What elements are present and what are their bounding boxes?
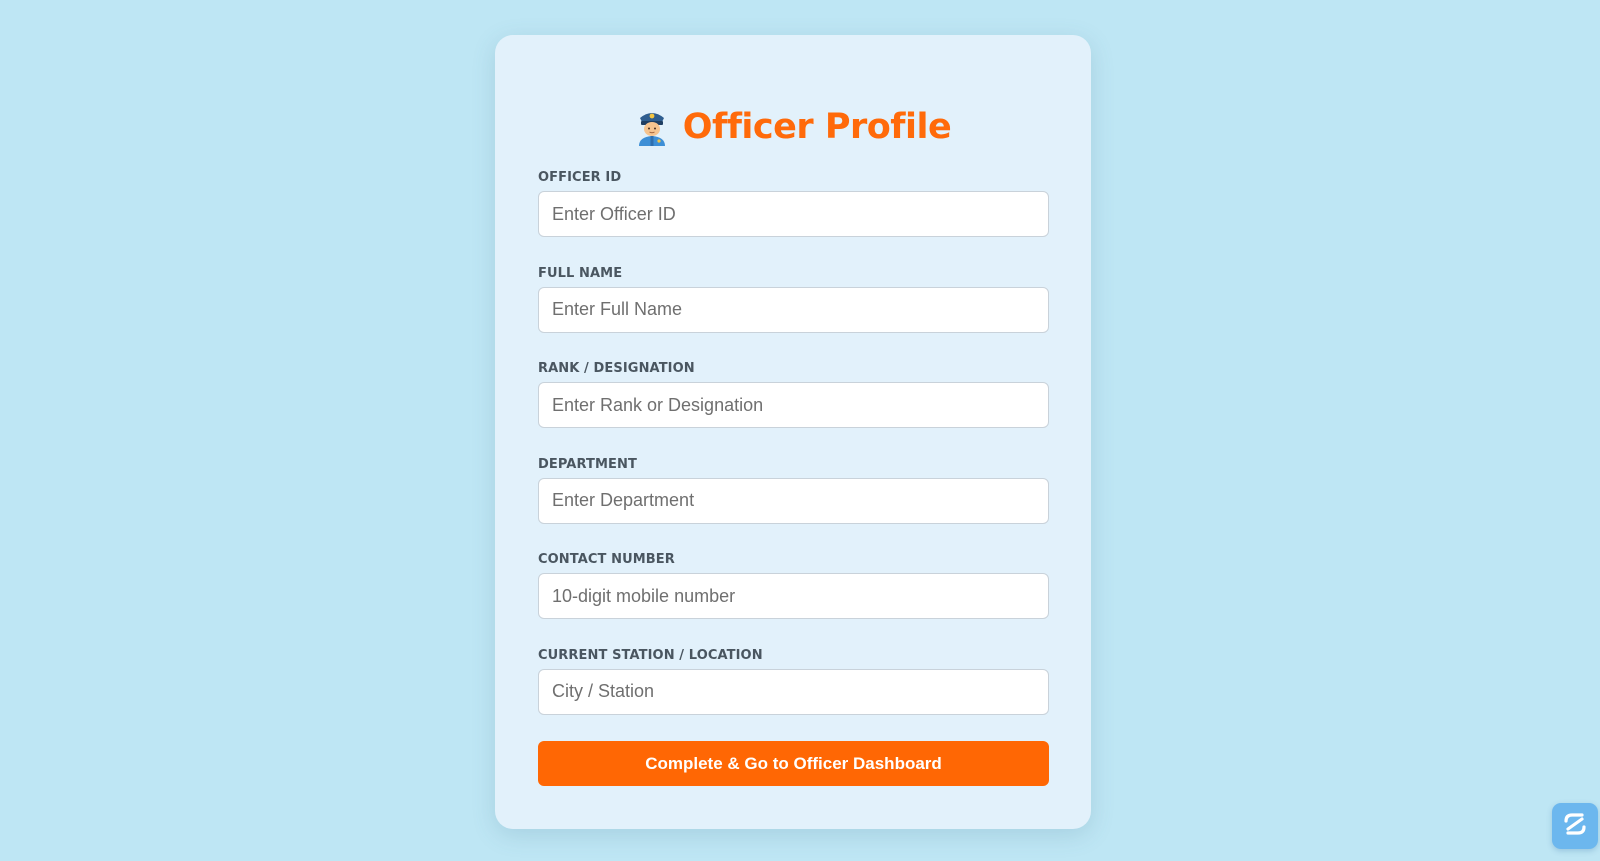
rank-input[interactable]	[538, 382, 1049, 428]
full-name-input[interactable]	[538, 286, 1049, 333]
field-current-station: CURRENT STATION / LOCATION	[538, 647, 1049, 742]
current-station-label: CURRENT STATION / LOCATION	[538, 647, 763, 663]
contact-number-input[interactable]	[538, 573, 1049, 619]
profile-card: Officer Profile OFFICER ID FULL NAME RAN…	[495, 35, 1091, 829]
field-department: DEPARTMENT	[538, 456, 1049, 551]
field-officer-id: OFFICER ID	[538, 169, 1049, 264]
contact-number-label: CONTACT NUMBER	[538, 552, 675, 567]
card-header: Officer Profile	[495, 107, 1091, 147]
current-station-input[interactable]	[538, 668, 1049, 715]
field-full-name: FULL NAME	[538, 265, 1049, 360]
corner-widget-button[interactable]	[1552, 803, 1598, 849]
page-title: Officer Profile	[682, 107, 952, 147]
submit-button[interactable]: Complete & Go to Officer Dashboard	[538, 741, 1049, 786]
officer-id-label: OFFICER ID	[538, 170, 622, 185]
police-officer-icon	[635, 108, 669, 146]
rank-label: RANK / DESIGNATION	[538, 361, 695, 376]
app-widget-icon	[1560, 809, 1590, 844]
department-input[interactable]	[538, 477, 1049, 524]
department-label: DEPARTMENT	[538, 456, 637, 472]
field-rank: RANK / DESIGNATION	[538, 360, 1049, 455]
officer-profile-form: OFFICER ID FULL NAME RANK / DESIGNATION …	[538, 168, 1049, 742]
officer-id-input[interactable]	[538, 191, 1049, 237]
full-name-label: FULL NAME	[538, 265, 623, 281]
field-contact-number: CONTACT NUMBER	[538, 551, 1049, 646]
